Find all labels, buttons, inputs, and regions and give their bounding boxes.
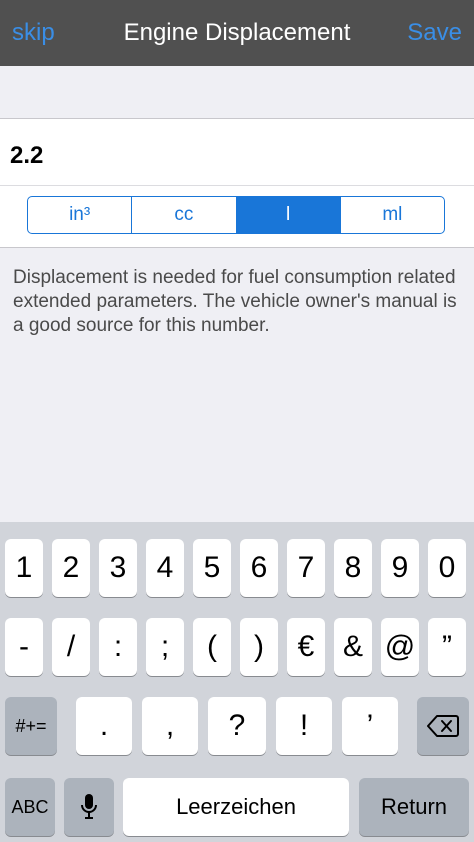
key-delete[interactable] <box>417 697 469 755</box>
value-divider <box>0 185 474 186</box>
key-paren-open[interactable]: ( <box>193 618 231 676</box>
key-colon[interactable]: : <box>99 618 137 676</box>
unit-segment-l[interactable]: l <box>236 197 341 233</box>
backspace-icon <box>427 715 459 737</box>
key-dictation[interactable] <box>64 778 114 836</box>
key-question[interactable]: ? <box>208 697 266 755</box>
key-period[interactable]: . <box>76 697 132 755</box>
space-label: Leerzeichen <box>176 794 296 819</box>
key-6[interactable]: 6 <box>240 539 278 597</box>
help-text: Displacement is needed for fuel consumpt… <box>13 267 457 336</box>
keyboard: 1 2 3 4 5 6 7 8 9 0 - / : ; ( ) € & @ ” … <box>0 522 474 842</box>
key-abc[interactable]: ABC <box>5 778 55 836</box>
key-more-symbols[interactable]: #+= <box>5 697 57 755</box>
key-8[interactable]: 8 <box>334 539 372 597</box>
more-symbols-label: #+= <box>15 715 47 736</box>
key-comma[interactable]: , <box>142 697 198 755</box>
key-space[interactable]: Leerzeichen <box>123 778 349 836</box>
key-ampersand[interactable]: & <box>334 618 372 676</box>
key-apostrophe[interactable]: ’ <box>342 697 398 755</box>
key-at[interactable]: @ <box>381 618 419 676</box>
key-semicolon[interactable]: ; <box>146 618 184 676</box>
key-7[interactable]: 7 <box>287 539 325 597</box>
page-title: Engine Displacement <box>123 19 351 46</box>
displacement-value-input[interactable]: 2.2 <box>10 141 43 171</box>
microphone-icon <box>81 794 97 819</box>
unit-segmented-control: in³ cc l ml <box>27 196 445 234</box>
key-return[interactable]: Return <box>359 778 469 836</box>
key-euro[interactable]: € <box>287 618 325 676</box>
header-spacer <box>0 66 474 119</box>
save-button[interactable]: Save <box>407 18 462 48</box>
key-5[interactable]: 5 <box>193 539 231 597</box>
key-quote[interactable]: ” <box>428 618 466 676</box>
key-9[interactable]: 9 <box>381 539 419 597</box>
key-exclamation[interactable]: ! <box>276 697 332 755</box>
key-3[interactable]: 3 <box>99 539 137 597</box>
unit-segment-cc[interactable]: cc <box>132 197 237 233</box>
unit-segment-ml[interactable]: ml <box>341 197 444 233</box>
key-1[interactable]: 1 <box>5 539 43 597</box>
key-2[interactable]: 2 <box>52 539 90 597</box>
key-slash[interactable]: / <box>52 618 90 676</box>
unit-segment-in3[interactable]: in³ <box>28 197 133 233</box>
key-0[interactable]: 0 <box>428 539 466 597</box>
key-minus[interactable]: - <box>5 618 43 676</box>
key-4[interactable]: 4 <box>146 539 184 597</box>
key-paren-close[interactable]: ) <box>240 618 278 676</box>
return-label: Return <box>380 794 448 819</box>
navigation-bar: skip Engine Displacement Save <box>0 0 474 66</box>
abc-label: ABC <box>11 796 49 817</box>
